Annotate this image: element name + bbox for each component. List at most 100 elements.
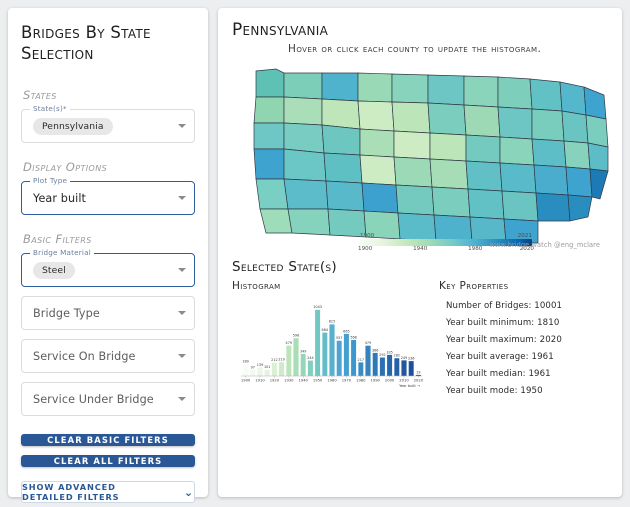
histogram-bar[interactable] <box>249 369 256 377</box>
county[interactable] <box>533 164 569 196</box>
county[interactable] <box>323 152 363 184</box>
county[interactable] <box>283 122 325 154</box>
service-under-bridge-select[interactable]: Service Under Bridge <box>21 382 195 417</box>
histogram-bar[interactable] <box>379 357 386 377</box>
county[interactable] <box>585 114 609 148</box>
county[interactable] <box>283 96 323 126</box>
histogram-bar[interactable] <box>393 357 400 377</box>
histogram-bar[interactable] <box>314 309 321 377</box>
histogram-bar[interactable] <box>357 362 364 377</box>
county[interactable] <box>463 75 499 108</box>
county[interactable] <box>393 130 431 160</box>
clear-basic-filters-button[interactable]: Clear Basic Filters <box>21 434 195 447</box>
county[interactable] <box>427 102 467 136</box>
choropleth-map[interactable]: 1900 2021 1900 1940 1980 2020 www.bridge… <box>232 57 609 257</box>
plot-type-select[interactable]: Year built <box>21 181 195 216</box>
state-select[interactable]: Pennsylvania <box>21 109 195 144</box>
histogram-bar[interactable] <box>271 362 278 377</box>
county[interactable] <box>463 104 501 138</box>
histogram-bar[interactable] <box>242 363 249 377</box>
county[interactable] <box>531 138 567 168</box>
chevron-down-icon[interactable] <box>178 196 186 201</box>
bridge-type-select[interactable]: Bridge Type <box>21 296 195 331</box>
county[interactable] <box>427 74 465 106</box>
county[interactable] <box>253 122 285 150</box>
county[interactable] <box>283 178 329 210</box>
clear-all-filters-button[interactable]: Clear All Filters <box>21 455 195 468</box>
histogram-bar[interactable] <box>300 353 307 377</box>
histogram-bar[interactable] <box>307 360 314 377</box>
histogram-bar[interactable] <box>343 333 350 377</box>
chevron-down-icon[interactable] <box>178 354 186 359</box>
county[interactable] <box>287 208 331 236</box>
county[interactable] <box>563 140 591 170</box>
county[interactable] <box>255 68 285 98</box>
county[interactable] <box>359 128 395 158</box>
county[interactable] <box>559 81 587 116</box>
county[interactable] <box>321 124 361 156</box>
histogram-bar[interactable] <box>285 345 292 377</box>
county[interactable] <box>589 168 609 200</box>
histogram-bar[interactable] <box>401 360 407 377</box>
county[interactable] <box>587 142 609 172</box>
county[interactable] <box>321 72 359 102</box>
county[interactable] <box>467 188 505 220</box>
histogram-bar[interactable] <box>257 367 263 377</box>
county[interactable] <box>465 160 503 192</box>
histogram-chart[interactable]: 189 97 139 101 212 219 479 596 349 244 1043 684 815 5… <box>232 294 432 392</box>
county[interactable] <box>395 184 435 216</box>
histogram-bar[interactable] <box>293 337 299 377</box>
county[interactable] <box>325 180 365 212</box>
histogram-bar[interactable] <box>264 369 271 377</box>
county[interactable] <box>497 106 533 140</box>
chevron-down-icon[interactable] <box>178 311 186 316</box>
county[interactable] <box>391 101 431 134</box>
pennsylvania-county-map[interactable] <box>232 57 622 253</box>
histogram-bar[interactable] <box>336 340 343 377</box>
chevron-down-icon[interactable] <box>178 124 186 129</box>
histogram-bar[interactable] <box>365 345 371 377</box>
chip-bridge-material[interactable]: Steel <box>33 261 75 279</box>
county[interactable] <box>393 156 433 188</box>
show-advanced-filters-button[interactable]: Show Advanced Detailed Filters ⌄ <box>21 481 195 504</box>
county[interactable] <box>465 134 501 164</box>
histogram-bar[interactable] <box>350 339 357 377</box>
county[interactable] <box>529 78 563 112</box>
county[interactable] <box>253 148 285 180</box>
county[interactable] <box>431 186 471 218</box>
county[interactable] <box>497 76 533 110</box>
bridge-material-select[interactable]: Steel <box>21 253 195 288</box>
county[interactable] <box>535 192 571 222</box>
county[interactable] <box>357 72 393 103</box>
chevron-down-icon[interactable] <box>178 268 186 273</box>
county[interactable] <box>501 190 539 222</box>
county[interactable] <box>391 73 429 104</box>
county[interactable] <box>283 148 327 182</box>
county[interactable] <box>255 178 289 210</box>
histogram-bar[interactable] <box>408 360 415 377</box>
county[interactable] <box>567 194 593 222</box>
histogram-bar[interactable] <box>372 352 379 377</box>
county[interactable] <box>283 72 323 100</box>
county[interactable] <box>561 110 589 144</box>
histogram-bar[interactable] <box>278 361 285 377</box>
chip-state[interactable]: Pennsylvania <box>33 117 113 135</box>
county[interactable] <box>321 98 361 130</box>
histogram-svg[interactable]: 18997139101212 21947959634924410436848155… <box>232 294 428 392</box>
county[interactable] <box>429 132 467 162</box>
county[interactable] <box>359 154 397 186</box>
county[interactable] <box>565 166 593 198</box>
county[interactable] <box>357 100 395 132</box>
county[interactable] <box>499 136 535 166</box>
county[interactable] <box>583 86 607 120</box>
county[interactable] <box>499 162 537 194</box>
county[interactable] <box>361 182 399 214</box>
histogram-bar[interactable] <box>386 354 393 377</box>
county[interactable] <box>429 158 469 190</box>
county[interactable] <box>253 96 285 124</box>
county[interactable] <box>259 208 293 234</box>
histogram-bar[interactable] <box>329 323 335 377</box>
chevron-down-icon[interactable] <box>178 397 186 402</box>
county[interactable] <box>531 108 565 142</box>
histogram-bar[interactable] <box>321 332 328 377</box>
